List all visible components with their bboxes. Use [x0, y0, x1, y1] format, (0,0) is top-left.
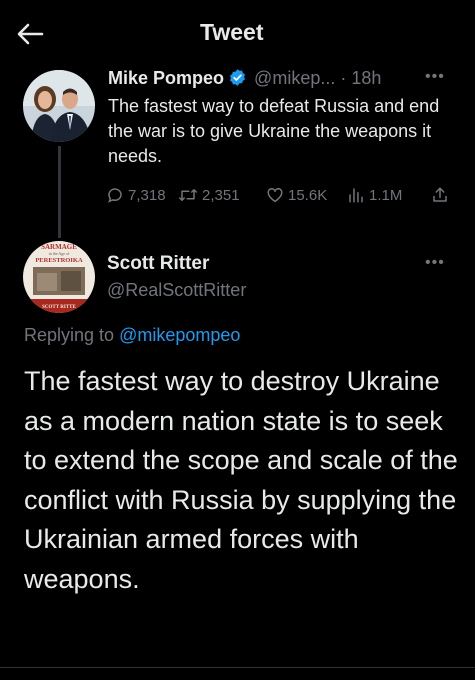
reply-count: 7,318 [128, 186, 166, 204]
back-arrow-icon[interactable] [14, 18, 46, 50]
top-bar: Tweet [0, 0, 475, 62]
like-button[interactable]: 15.6K [266, 186, 327, 204]
verified-badge-icon [228, 68, 247, 92]
retweet-button[interactable]: 2,351 [178, 186, 240, 204]
more-icon[interactable]: ••• [425, 68, 445, 86]
parent-time[interactable]: 18h [351, 68, 381, 88]
divider [0, 667, 475, 668]
page-title: Tweet [200, 19, 264, 45]
avatar-pompeo[interactable] [23, 70, 95, 142]
reply-icon [106, 186, 124, 204]
main-author-name[interactable]: Scott Ritter [107, 253, 209, 275]
like-count: 15.6K [288, 186, 328, 204]
retweet-count: 2,351 [202, 186, 240, 204]
avatar-text-top: SARMAGE [41, 243, 77, 251]
avatar-ritter[interactable]: SARMAGE in the Age of PERESTROIKA SCOTT … [23, 241, 95, 313]
parent-handle[interactable]: @mikep... [254, 68, 335, 88]
meta-separator: · [340, 68, 347, 88]
main-handle[interactable]: @RealScottRitter [107, 280, 246, 301]
views-icon [347, 186, 365, 204]
replying-prefix: Replying to [24, 325, 115, 345]
avatar-text-sub: in the Age of [49, 251, 70, 256]
main-tweet-text: The fastest way to destroy Ukraine as a … [24, 366, 458, 594]
avatar-text-bottom: SCOTT RITTE [42, 305, 76, 310]
avatar-text-title: PERESTROIKA [35, 257, 83, 264]
more-icon[interactable]: ••• [425, 254, 445, 272]
like-icon [266, 186, 284, 204]
reply-button[interactable]: 7,318 [106, 186, 166, 204]
parent-action-bar: 7,318 2,351 15.6K 1.1M [106, 186, 456, 210]
thread-line [58, 146, 61, 238]
mention-link[interactable]: @mikepompeo [119, 325, 240, 345]
views-button[interactable]: 1.1M [347, 186, 402, 204]
share-button[interactable] [431, 186, 449, 204]
views-count: 1.1M [369, 186, 403, 204]
replying-to: Replying to @mikepompeo [24, 325, 240, 346]
retweet-icon [178, 186, 198, 204]
parent-tweet-header: Mike Pompeo @mikep... · 18h [108, 68, 381, 92]
parent-tweet-text: The fastest way to defeat Russia and end… [108, 96, 440, 166]
share-icon [431, 186, 449, 204]
parent-author-name[interactable]: Mike Pompeo [108, 68, 224, 88]
